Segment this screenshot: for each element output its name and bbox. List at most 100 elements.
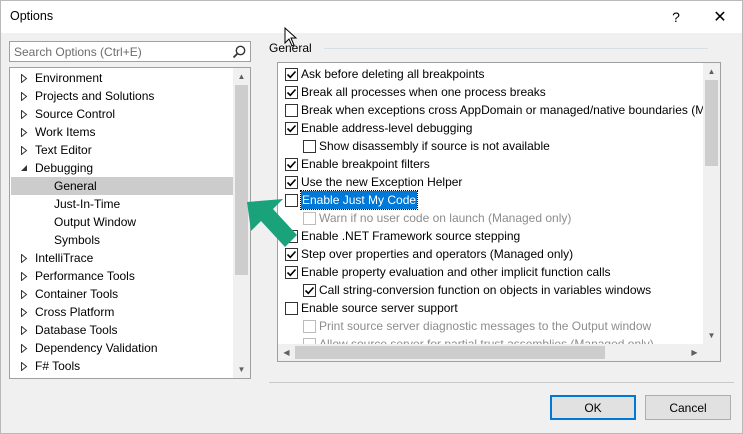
tree-item[interactable]: Dependency Validation xyxy=(11,339,233,357)
ok-button[interactable]: OK xyxy=(550,395,636,420)
help-button[interactable]: ? xyxy=(653,1,699,33)
tree-item[interactable]: F# Tools xyxy=(11,357,233,375)
option-label[interactable]: Break all processes when one process bre… xyxy=(301,83,546,101)
tree-item-label: Database Tools xyxy=(35,323,118,337)
collapsed-arrow-icon[interactable] xyxy=(19,141,29,159)
option-checkbox[interactable] xyxy=(303,320,316,333)
option-label[interactable]: Break when exceptions cross AppDomain or… xyxy=(301,101,712,119)
scroll-up-icon[interactable]: ▲ xyxy=(703,63,720,80)
tree-item-label: Just-In-Time xyxy=(54,197,121,211)
tree-item[interactable]: IntelliTrace xyxy=(11,249,233,267)
search-icon[interactable] xyxy=(231,44,247,60)
collapsed-arrow-icon[interactable] xyxy=(19,69,29,87)
list-vertical-scrollbar[interactable]: ▲ ▼ xyxy=(703,63,720,344)
collapsed-arrow-icon[interactable] xyxy=(19,123,29,141)
option-row[interactable]: Warn if no user code on launch (Managed … xyxy=(278,209,703,227)
section-divider xyxy=(324,48,708,49)
tree-item-label: General xyxy=(54,179,97,193)
tree-item[interactable]: Performance Tools xyxy=(11,267,233,285)
collapsed-arrow-icon[interactable] xyxy=(19,321,29,339)
option-row[interactable]: Enable address-level debugging xyxy=(278,119,703,137)
tree-item-label: Work Items xyxy=(35,125,96,139)
scroll-left-icon[interactable]: ◀ xyxy=(278,344,295,361)
options-dialog: Options ? ✕ Environment Projects and Solu… xyxy=(0,0,743,434)
option-label[interactable]: Enable address-level debugging xyxy=(301,119,472,137)
option-label[interactable]: Ask before deleting all breakpoints xyxy=(301,65,484,83)
expanded-arrow-icon[interactable] xyxy=(19,159,29,177)
annotation-arrow-icon xyxy=(247,199,297,247)
option-row[interactable]: Ask before deleting all breakpoints xyxy=(278,65,703,83)
window-title: Options xyxy=(10,9,54,23)
scroll-right-icon[interactable]: ▶ xyxy=(686,344,703,361)
option-checkbox[interactable] xyxy=(285,266,298,279)
tree-item-label: F# Tools xyxy=(35,359,81,373)
option-checkbox[interactable] xyxy=(285,158,298,171)
tree-item[interactable]: General xyxy=(11,177,233,195)
option-label[interactable]: Enable breakpoint filters xyxy=(301,155,430,173)
cancel-button[interactable]: Cancel xyxy=(645,395,731,420)
option-row[interactable]: Step over properties and operators (Mana… xyxy=(278,245,703,263)
scroll-down-icon[interactable]: ▼ xyxy=(233,361,250,378)
option-checkbox[interactable] xyxy=(285,302,298,315)
tree-item[interactable]: Output Window xyxy=(11,213,233,231)
tree-item[interactable]: Container Tools xyxy=(11,285,233,303)
option-label[interactable]: Step over properties and operators (Mana… xyxy=(301,245,573,263)
search-input[interactable] xyxy=(10,42,225,61)
option-label[interactable]: Print source server diagnostic messages … xyxy=(319,317,651,335)
option-label[interactable]: Enable .NET Framework source stepping xyxy=(301,227,520,245)
scroll-down-icon[interactable]: ▼ xyxy=(703,327,720,344)
option-row[interactable]: Enable Just My Code xyxy=(278,190,703,210)
tree-item[interactable]: Text Editor xyxy=(11,141,233,159)
mouse-cursor-icon xyxy=(284,27,298,47)
close-button[interactable]: ✕ xyxy=(697,1,743,33)
tree-item[interactable]: Environment xyxy=(11,69,233,87)
option-checkbox[interactable] xyxy=(285,68,298,81)
option-row[interactable]: Use the new Exception Helper xyxy=(278,173,703,191)
option-row[interactable]: Call string-conversion function on objec… xyxy=(278,281,703,299)
tree-item[interactable]: Debugging xyxy=(11,159,233,177)
option-checkbox[interactable] xyxy=(303,140,316,153)
option-checkbox[interactable] xyxy=(285,176,298,189)
tree-item[interactable]: Source Control xyxy=(11,105,233,123)
tree-item[interactable]: Database Tools xyxy=(11,321,233,339)
scroll-up-icon[interactable]: ▲ xyxy=(233,68,250,85)
option-row[interactable]: Break all processes when one process bre… xyxy=(278,83,703,101)
list-horizontal-scrollbar[interactable]: ◀ ▶ xyxy=(278,344,703,361)
option-label[interactable]: Call string-conversion function on objec… xyxy=(319,281,651,299)
option-label[interactable]: Enable Just My Code xyxy=(299,190,419,210)
option-checkbox[interactable] xyxy=(303,212,316,225)
option-checkbox[interactable] xyxy=(285,104,298,117)
collapsed-arrow-icon[interactable] xyxy=(19,357,29,375)
collapsed-arrow-icon[interactable] xyxy=(19,87,29,105)
tree-item[interactable]: Just-In-Time xyxy=(11,195,233,213)
option-row[interactable]: Enable property evaluation and other imp… xyxy=(278,263,703,281)
option-label[interactable]: Show disassembly if source is not availa… xyxy=(319,137,550,155)
tree-item[interactable]: Cross Platform xyxy=(11,303,233,321)
option-label[interactable]: Use the new Exception Helper xyxy=(301,173,462,191)
options-list: Ask before deleting all breakpoints Break… xyxy=(277,62,721,362)
collapsed-arrow-icon[interactable] xyxy=(19,285,29,303)
option-row[interactable]: Break when exceptions cross AppDomain or… xyxy=(278,101,712,119)
option-checkbox[interactable] xyxy=(303,284,316,297)
option-row[interactable]: Print source server diagnostic messages … xyxy=(278,317,703,335)
option-label[interactable]: Warn if no user code on launch (Managed … xyxy=(319,209,571,227)
option-row[interactable]: Show disassembly if source is not availa… xyxy=(278,137,703,155)
tree-item[interactable]: Work Items xyxy=(11,123,233,141)
collapsed-arrow-icon[interactable] xyxy=(19,105,29,123)
option-row[interactable]: Enable breakpoint filters xyxy=(278,155,703,173)
collapsed-arrow-icon[interactable] xyxy=(19,339,29,357)
collapsed-arrow-icon[interactable] xyxy=(19,249,29,267)
tree-item-label: Projects and Solutions xyxy=(35,89,155,103)
tree-item[interactable]: Symbols xyxy=(11,231,233,249)
tree-item[interactable]: Projects and Solutions xyxy=(11,87,233,105)
collapsed-arrow-icon[interactable] xyxy=(19,303,29,321)
scroll-thumb[interactable] xyxy=(705,80,718,166)
option-label[interactable]: Enable source server support xyxy=(301,299,458,317)
option-row[interactable]: Enable source server support xyxy=(278,299,703,317)
option-label[interactable]: Enable property evaluation and other imp… xyxy=(301,263,611,281)
option-checkbox[interactable] xyxy=(285,86,298,99)
option-checkbox[interactable] xyxy=(285,122,298,135)
collapsed-arrow-icon[interactable] xyxy=(19,267,29,285)
scroll-thumb[interactable] xyxy=(295,346,605,359)
option-row[interactable]: Enable .NET Framework source stepping xyxy=(278,227,703,245)
